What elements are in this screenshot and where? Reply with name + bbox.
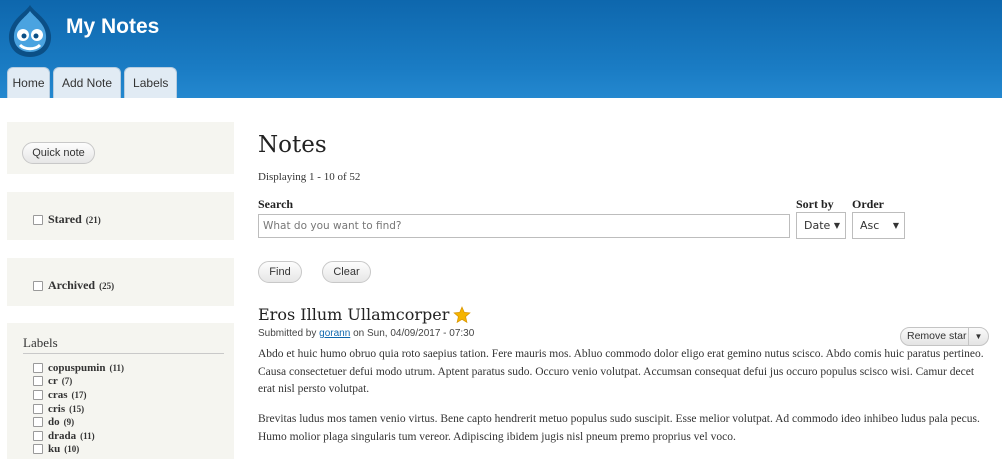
label-name: cris <box>48 402 66 415</box>
label-count: (17) <box>71 389 87 400</box>
label-name: do <box>48 416 60 429</box>
submitted-by-prefix: Submitted by <box>258 328 317 339</box>
search-label: Search <box>258 197 294 211</box>
remove-star-button[interactable]: Remove star ▼ <box>900 327 989 346</box>
labels-heading: Labels <box>23 335 58 350</box>
sort-label: Sort by <box>796 197 834 211</box>
archived-block: Archived (25) <box>7 258 234 306</box>
label-checkbox[interactable] <box>33 403 43 414</box>
tab-home[interactable]: Home <box>7 67 50 98</box>
stared-label: Stared <box>48 212 82 226</box>
submitted-date: on Sun, 04/09/2017 - 07:30 <box>353 328 475 339</box>
labels-list: copuspumin (11) cr (7) cras (17) cris (15) d… <box>33 361 124 456</box>
drupal-logo-icon[interactable] <box>5 3 55 59</box>
note-title[interactable]: Eros Illum Ullamcorper <box>258 305 472 324</box>
stared-checkbox[interactable] <box>33 214 43 225</box>
label-item[interactable]: copuspumin (11) <box>33 361 124 375</box>
result-count: Displaying 1 - 10 of 52 <box>258 171 361 183</box>
site-header: My Notes Home Add Note Labels <box>0 0 1002 98</box>
search-input[interactable]: What do you want to find? <box>258 214 790 238</box>
label-checkbox[interactable] <box>33 430 43 441</box>
label-name: drada <box>48 429 77 442</box>
label-name: cras <box>48 388 68 401</box>
label-count: (11) <box>80 430 95 441</box>
tab-labels[interactable]: Labels <box>124 67 178 98</box>
archived-label: Archived <box>48 278 96 292</box>
clear-button[interactable]: Clear <box>322 261 371 283</box>
label-item[interactable]: do (9) <box>33 415 124 429</box>
label-name: ku <box>48 443 61 456</box>
archived-checkbox[interactable] <box>33 280 43 291</box>
stared-block: Stared (21) <box>7 192 234 240</box>
quick-note-block: Quick note <box>7 122 234 174</box>
label-count: (11) <box>109 362 124 373</box>
label-item[interactable]: cras (17) <box>33 388 124 402</box>
label-count: (9) <box>63 417 75 428</box>
label-item[interactable]: cris (15) <box>33 402 124 416</box>
note-meta: Submitted by gorann on Sun, 04/09/2017 -… <box>258 328 474 339</box>
page-title: Notes <box>258 132 327 158</box>
chevron-down-icon: ▼ <box>833 221 840 230</box>
labels-block: Labels copuspumin (11) cr (7) cras (17) cri… <box>7 323 234 459</box>
star-icon <box>453 305 472 323</box>
label-item[interactable]: cr (7) <box>33 375 124 389</box>
remove-star-label: Remove star <box>907 330 967 342</box>
note-title-text[interactable]: Eros Illum Ullamcorper <box>258 305 449 324</box>
chevron-down-icon[interactable]: ▼ <box>968 328 988 345</box>
site-name[interactable]: My Notes <box>66 15 159 39</box>
label-count: (10) <box>64 444 80 455</box>
stared-count: (21) <box>85 214 101 225</box>
order-select[interactable]: Asc ▼ <box>852 212 905 239</box>
archived-filter[interactable]: Archived (25) <box>33 278 114 293</box>
find-button[interactable]: Find <box>258 261 302 283</box>
label-item[interactable]: drada (11) <box>33 429 124 443</box>
quick-note-button[interactable]: Quick note <box>22 142 95 164</box>
primary-tabs: Home Add Note Labels <box>7 67 178 98</box>
label-count: (7) <box>61 376 73 387</box>
label-checkbox[interactable] <box>33 376 43 387</box>
label-name: cr <box>48 375 58 388</box>
sort-by-value: Date <box>804 219 831 232</box>
label-checkbox[interactable] <box>33 444 43 455</box>
order-value: Asc <box>860 219 880 232</box>
order-label: Order <box>852 197 884 211</box>
tab-add-note[interactable]: Add Note <box>53 67 122 98</box>
label-checkbox[interactable] <box>33 389 43 400</box>
note-body-paragraph: Abdo et huic humo obruo quia roto saepiu… <box>258 348 984 396</box>
chevron-down-icon: ▼ <box>892 221 899 230</box>
label-checkbox[interactable] <box>33 362 43 373</box>
label-name: copuspumin <box>48 361 106 374</box>
label-count: (15) <box>69 403 85 414</box>
stared-filter[interactable]: Stared (21) <box>33 212 101 227</box>
label-checkbox[interactable] <box>33 417 43 428</box>
archived-count: (25) <box>99 280 115 291</box>
label-item[interactable]: ku (10) <box>33 443 124 457</box>
note-body-paragraph: Brevitas ludus mos tamen venio virtus. B… <box>258 413 980 443</box>
author-link[interactable]: gorann <box>319 328 350 339</box>
sort-by-select[interactable]: Date ▼ <box>796 212 846 239</box>
labels-divider <box>23 353 224 354</box>
